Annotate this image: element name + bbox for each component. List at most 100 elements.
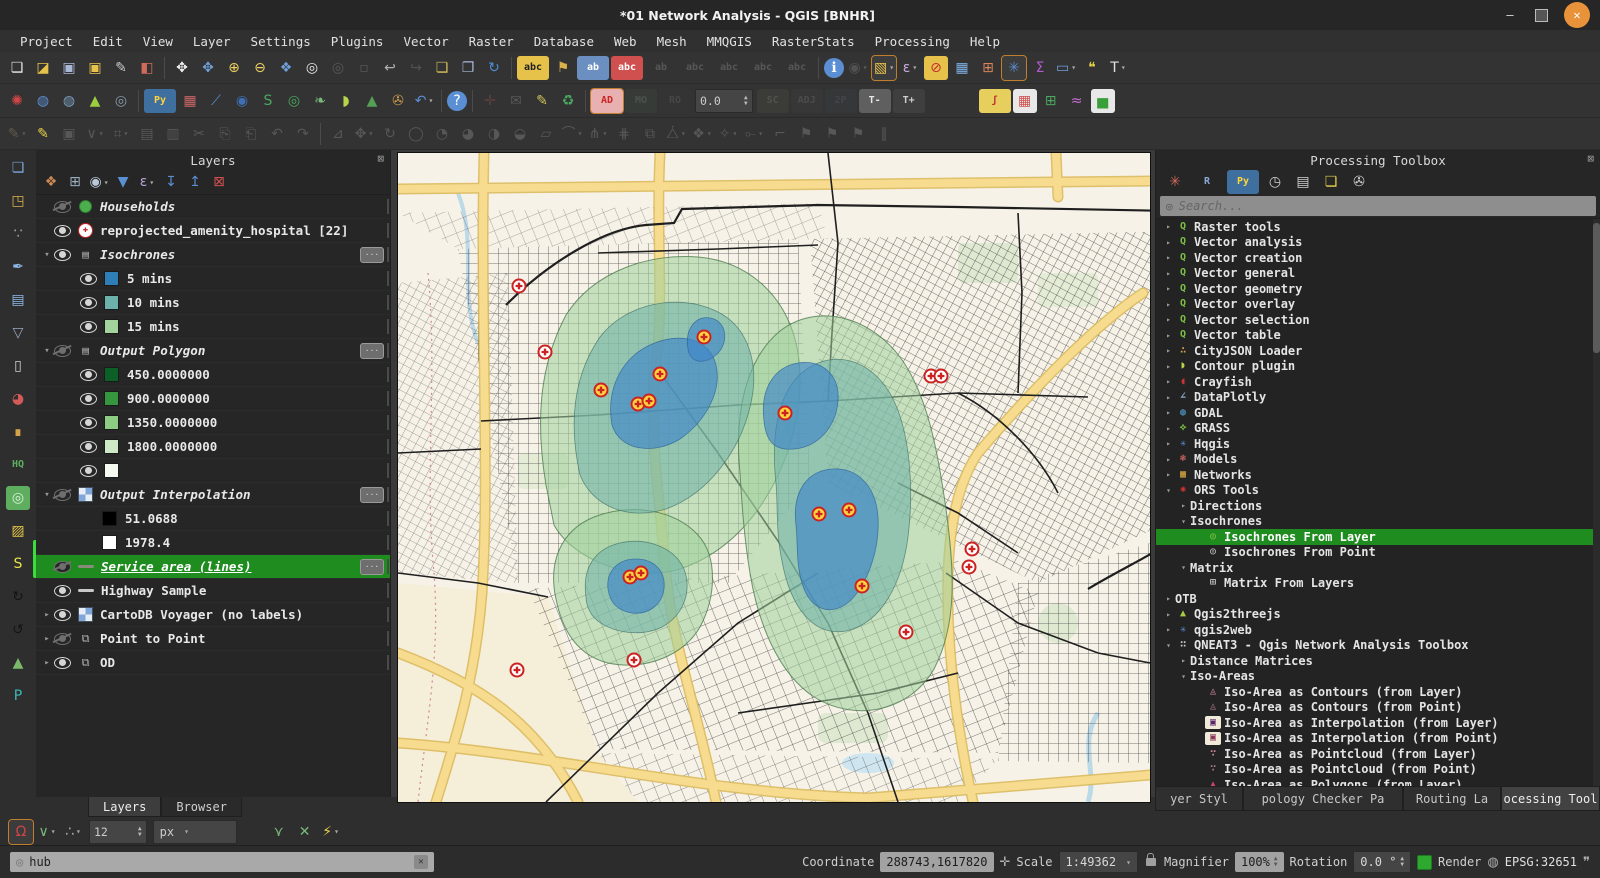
refresh-map[interactable]: ↻ — [482, 56, 506, 80]
self-snapping[interactable]: ⚡▾ — [319, 820, 343, 844]
options-wrench[interactable]: ✇ — [1347, 170, 1371, 194]
ors-tools[interactable]: ✺ — [5, 89, 29, 113]
algorithm-row-raster-tools[interactable]: ▸QRaster tools — [1156, 219, 1600, 235]
expand-arrow-icon[interactable]: ▸ — [1162, 377, 1175, 386]
expand-all[interactable]: ↧ — [161, 172, 181, 192]
show-bookmarks[interactable]: ❐ — [456, 56, 480, 80]
pin-labels[interactable]: ab — [577, 56, 609, 80]
menu-web[interactable]: Web — [604, 34, 647, 49]
sld4raster[interactable]: ▦ — [1013, 89, 1037, 113]
algorithm-row-iso-area-as-contours-from-point[interactable]: ◬Iso-Area as Contours (from Point) — [1156, 700, 1600, 716]
identify-features[interactable]: ℹ — [824, 58, 844, 78]
menu-database[interactable]: Database — [524, 34, 604, 49]
menu-project[interactable]: Project — [10, 34, 83, 49]
highlight-pinned-labels[interactable]: abc — [611, 56, 643, 80]
crayfish-tool[interactable]: S — [256, 89, 280, 113]
python-console[interactable]: Py — [144, 89, 176, 113]
zoom-last[interactable]: ↩ — [378, 56, 402, 80]
expand-arrow-icon[interactable]: ▸ — [1162, 346, 1175, 355]
snapping-tolerance-arrows[interactable]: ▲▼ — [138, 826, 142, 838]
layer-row-15-mins[interactable]: 15 mins — [36, 315, 390, 339]
dock-tab-ocessing-tool[interactable]: ocessing Tool — [1501, 786, 1600, 811]
ad-toggle[interactable]: AD — [591, 89, 623, 113]
text-annotation[interactable]: T▾ — [1106, 56, 1130, 80]
algorithm-row-isochrones-from-point[interactable]: ◎Isochrones From Point — [1156, 545, 1600, 561]
menu-plugins[interactable]: Plugins — [321, 34, 394, 49]
algorithm-row-matrix[interactable]: ▾Matrix — [1156, 560, 1600, 576]
new-bookmark[interactable]: ❏ — [430, 56, 454, 80]
profile-plot[interactable]: ≈ — [1065, 89, 1089, 113]
algorithm-row-iso-area-as-interpolation-from-point[interactable]: ▣Iso-Area as Interpolation (from Point) — [1156, 731, 1600, 747]
s-tool[interactable]: S — [6, 552, 30, 576]
menu-mesh[interactable]: Mesh — [647, 34, 697, 49]
add-wms[interactable]: ◕ — [6, 387, 30, 411]
expand-arrow-icon[interactable]: ▸ — [1162, 408, 1175, 417]
menu-help[interactable]: Help — [960, 34, 1010, 49]
p-circle-tool[interactable]: P — [6, 684, 30, 708]
snapping-units[interactable]: px▾ — [153, 820, 237, 844]
zoom-full-extent[interactable]: ❖ — [274, 56, 298, 80]
expand-arrow-icon[interactable]: ▸ — [40, 610, 54, 620]
expand-arrow-icon[interactable]: ▸ — [1162, 284, 1175, 293]
measure-dropdown[interactable]: ▾ — [1071, 63, 1076, 72]
open-project[interactable]: ◪ — [31, 56, 55, 80]
r-scripts[interactable]: R — [1191, 170, 1223, 194]
expand-arrow-icon[interactable]: ▸ — [1162, 300, 1175, 309]
visibility-toggle[interactable] — [54, 249, 71, 261]
messages-icon[interactable]: ❞ — [1583, 855, 1590, 870]
gdrive-layer[interactable]: ▲ — [6, 651, 30, 675]
processing-panel-close-icon[interactable]: ⊠ — [1587, 152, 1594, 165]
algorithm-row-qgis2web[interactable]: ▸✳qgis2web — [1156, 622, 1600, 638]
visibility-toggle[interactable] — [54, 585, 71, 597]
locator-search-input[interactable]: ◎ hub ✕ — [10, 852, 434, 872]
map-canvas[interactable] — [397, 152, 1151, 803]
dock-tab-layers[interactable]: Layers — [88, 797, 161, 817]
render-checkbox[interactable] — [1417, 855, 1432, 870]
expand-arrow-icon[interactable]: ▾ — [40, 250, 54, 260]
add-web-layer[interactable]: ◍ — [31, 89, 55, 113]
t-plus[interactable]: T+ — [893, 89, 925, 113]
undo-dark[interactable]: ↺ — [6, 618, 30, 642]
algorithm-row-dataplotly[interactable]: ▸∠DataPlotly — [1156, 390, 1600, 406]
history[interactable]: ◷ — [1263, 170, 1287, 194]
sketch-tool[interactable]: ✎ — [530, 89, 554, 113]
algorithm-row-distance-matrices[interactable]: ▸Distance Matrices — [1156, 653, 1600, 669]
offset-curve-dropdown[interactable]: ▾ — [602, 129, 607, 138]
text-annotation-dropdown[interactable]: ▾ — [1121, 63, 1126, 72]
filter-badge[interactable]: ··· — [360, 559, 384, 575]
expand-arrow-icon[interactable]: ▸ — [1177, 501, 1190, 510]
visibility-toggle[interactable] — [54, 345, 71, 357]
algorithm-row-vector-analysis[interactable]: ▸QVector analysis — [1156, 235, 1600, 251]
layer-row-output-polygon[interactable]: ▾▤Output Polygon··· — [36, 339, 390, 363]
expand-arrow-icon[interactable]: ▸ — [1177, 656, 1190, 665]
statistical-summary[interactable]: Σ — [1028, 56, 1052, 80]
expand-arrow-icon[interactable]: ▾ — [1177, 563, 1190, 572]
snapping-mode[interactable]: ∨▾ — [35, 820, 59, 844]
layer-row-1350-0000000[interactable]: 1350.0000000 — [36, 411, 390, 435]
add-raster-layer[interactable]: ◳ — [6, 189, 30, 213]
select-by-expression-dropdown[interactable]: ▾ — [912, 63, 917, 72]
algorithm-row-contour-plugin[interactable]: ▸◗Contour plugin — [1156, 359, 1600, 375]
save-project[interactable]: ▣ — [57, 56, 81, 80]
rotation-spinner[interactable]: 0.0 °▲▼ — [1353, 851, 1411, 873]
locator-clear-icon[interactable]: ✕ — [414, 855, 428, 869]
menu-settings[interactable]: Settings — [241, 34, 321, 49]
algorithm-row-iso-areas[interactable]: ▾Iso-Areas — [1156, 669, 1600, 685]
help[interactable]: ? — [447, 91, 467, 111]
layer-row-highway-sample[interactable]: Highway Sample — [36, 579, 390, 603]
remove-layer[interactable]: ⊠ — [209, 172, 229, 192]
expand-arrow-icon[interactable]: ▸ — [40, 658, 54, 668]
open-attribute-table[interactable]: ▦ — [950, 56, 974, 80]
add-mssql[interactable]: ▽ — [6, 321, 30, 345]
undo-blue-dropdown[interactable]: ▾ — [428, 96, 433, 105]
algorithm-row-hqgis[interactable]: ▸✳Hqgis — [1156, 436, 1600, 452]
manage-map-themes-dropdown[interactable]: ▾ — [104, 178, 109, 187]
layer-row-5-mins[interactable]: 5 mins — [36, 267, 390, 291]
layer-row-1978-4[interactable]: 1978.4 — [36, 531, 390, 555]
algorithm-row-grass[interactable]: ▸⟡GRASS — [1156, 421, 1600, 437]
toggle-editing[interactable]: ✎ — [31, 122, 55, 146]
menu-vector[interactable]: Vector — [393, 34, 458, 49]
angle-spin-arrows[interactable]: ▲▼ — [744, 95, 748, 107]
close-button[interactable]: ✕ — [1564, 2, 1590, 28]
expand-arrow-icon[interactable]: ▸ — [1162, 315, 1175, 324]
